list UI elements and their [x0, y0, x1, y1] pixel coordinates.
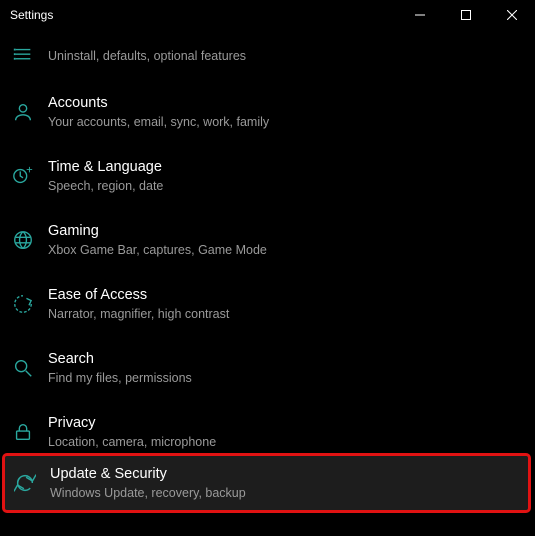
ease-of-access-icon [12, 293, 40, 315]
item-desc: Location, camera, microphone [48, 433, 216, 451]
item-label: Ease of Access [48, 285, 229, 305]
settings-item-gaming[interactable]: Gaming Xbox Game Bar, captures, Game Mod… [0, 208, 535, 272]
item-desc: Find my files, permissions [48, 369, 192, 387]
item-label: Privacy [48, 413, 216, 433]
maximize-button[interactable] [443, 0, 489, 30]
item-label: Gaming [48, 221, 267, 241]
settings-item-ease-of-access[interactable]: Ease of Access Narrator, magnifier, high… [0, 272, 535, 336]
item-desc: Uninstall, defaults, optional features [48, 47, 246, 65]
settings-item-apps[interactable]: Apps Uninstall, defaults, optional featu… [0, 32, 535, 80]
update-security-icon [14, 472, 42, 494]
gaming-icon [12, 229, 40, 251]
settings-item-time-language[interactable]: Time & Language Speech, region, date [0, 144, 535, 208]
time-language-icon [12, 165, 40, 187]
item-label: Update & Security [50, 464, 246, 484]
item-desc: Narrator, magnifier, high contrast [48, 305, 229, 323]
window-title: Settings [0, 8, 397, 22]
item-desc: Your accounts, email, sync, work, family [48, 113, 269, 131]
item-label: Search [48, 349, 192, 369]
item-desc: Windows Update, recovery, backup [50, 484, 246, 502]
apps-icon [12, 45, 40, 67]
settings-list: Apps Uninstall, defaults, optional featu… [0, 30, 535, 464]
titlebar: Settings [0, 0, 535, 30]
minimize-button[interactable] [397, 0, 443, 30]
close-button[interactable] [489, 0, 535, 30]
item-desc: Xbox Game Bar, captures, Game Mode [48, 241, 267, 259]
settings-item-update-security[interactable]: Update & Security Windows Update, recove… [2, 453, 531, 513]
search-icon [12, 357, 40, 379]
item-label: Time & Language [48, 157, 163, 177]
settings-item-search[interactable]: Search Find my files, permissions [0, 336, 535, 400]
item-label: Accounts [48, 93, 269, 113]
settings-item-accounts[interactable]: Accounts Your accounts, email, sync, wor… [0, 80, 535, 144]
item-desc: Speech, region, date [48, 177, 163, 195]
privacy-icon [12, 421, 40, 443]
accounts-icon [12, 101, 40, 123]
